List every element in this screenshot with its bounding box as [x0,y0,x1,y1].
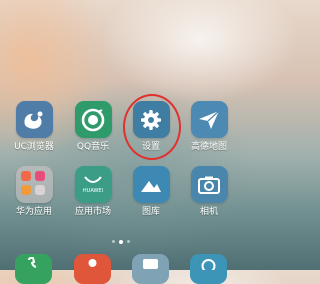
app-amap[interactable]: 高德地图 [183,101,235,153]
market-icon-text: HUAWEI [82,188,104,194]
highlight-circle [123,94,181,160]
app-camera[interactable]: 相机 [183,166,235,218]
app-huawei-folder[interactable]: 华为应用 [8,166,60,218]
page-dot [112,240,115,243]
dock-messages-app[interactable] [132,254,169,284]
uc-browser-icon [15,101,53,138]
page-dot [127,240,130,243]
mountain-image-icon [132,166,170,203]
app-label: 华为应用 [15,207,52,217]
dock-browser-app[interactable] [190,254,227,284]
person-icon [88,259,97,267]
app-folder-icon [15,166,53,203]
app-label: 应用市场 [74,207,111,217]
app-label: 图库 [141,207,160,217]
paper-plane-icon [190,101,228,138]
shopping-bag-icon: HUAWEI [74,166,112,203]
compass-icon [201,259,216,273]
dock-phone-app[interactable] [15,254,52,284]
camera-icon [190,166,228,203]
page-indicator [111,239,131,244]
qq-music-icon [74,101,112,138]
phone-icon [28,257,37,268]
app-label: 高德地图 [190,142,227,152]
app-label: 相机 [199,207,218,217]
app-qq-music[interactable]: QQ音乐 [67,101,119,153]
app-gallery[interactable]: 图库 [125,166,177,218]
message-icon [143,259,158,269]
page-dot-active [119,239,123,244]
app-market[interactable]: HUAWEI 应用市场 [67,166,119,218]
app-uc-browser[interactable]: UC浏览器 [8,101,60,153]
app-label: QQ音乐 [76,142,110,152]
app-label: UC浏览器 [14,142,54,152]
dock-contacts-app[interactable] [74,254,111,284]
